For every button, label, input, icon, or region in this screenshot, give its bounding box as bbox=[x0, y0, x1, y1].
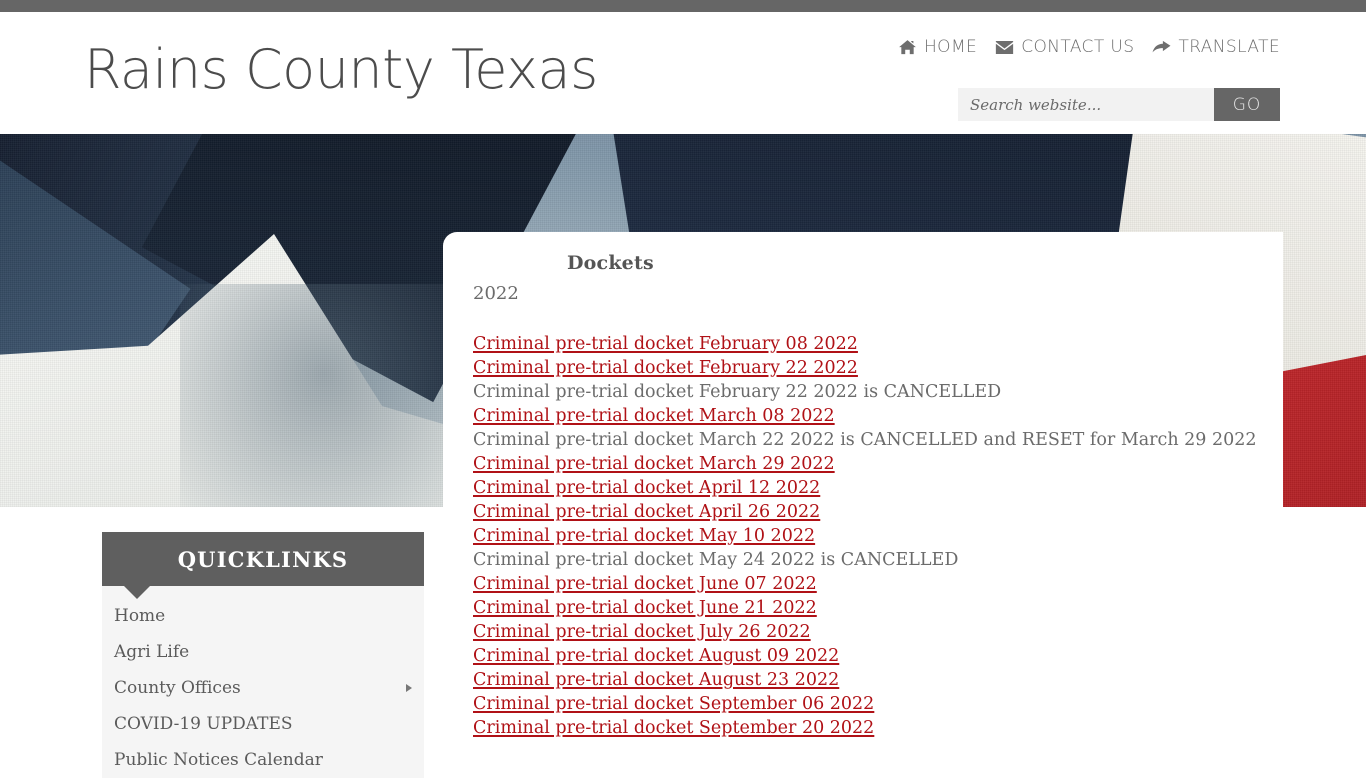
docket-entry-row: Criminal pre-trial docket June 07 2022 bbox=[473, 572, 1283, 596]
dockets-content-card: Dockets 2022 Criminal pre-trial docket F… bbox=[443, 232, 1283, 768]
docket-entry-row: Criminal pre-trial docket February 22 20… bbox=[473, 380, 1283, 404]
nav-item-home[interactable]: HOME bbox=[898, 37, 977, 57]
docket-link[interactable]: Criminal pre-trial docket May 10 2022 bbox=[473, 524, 815, 548]
docket-link[interactable]: Criminal pre-trial docket March 29 2022 bbox=[473, 452, 835, 476]
docket-entry-row: Criminal pre-trial docket April 12 2022 bbox=[473, 476, 1283, 500]
docket-link[interactable]: Criminal pre-trial docket July 26 2022 bbox=[473, 620, 811, 644]
sidebar-item-label: County Offices bbox=[114, 678, 241, 698]
docket-entry-row: Criminal pre-trial docket May 24 2022 is… bbox=[473, 548, 1283, 572]
sidebar-item-home[interactable]: Home bbox=[102, 598, 424, 634]
docket-link[interactable]: Criminal pre-trial docket February 08 20… bbox=[473, 332, 858, 356]
docket-entry-row: Criminal pre-trial docket September 20 2… bbox=[473, 716, 1283, 740]
quicklinks-title: QUICKLINKS bbox=[177, 546, 349, 572]
sidebar-item-label: Home bbox=[114, 606, 166, 626]
sidebar-item-covid-19-updates[interactable]: COVID-19 UPDATES bbox=[102, 706, 424, 742]
page-title: Dockets bbox=[567, 252, 654, 274]
quicklinks-sidebar: QUICKLINKS Home Agri Life County Offices… bbox=[102, 532, 424, 778]
docket-entry-row: Criminal pre-trial docket June 21 2022 bbox=[473, 596, 1283, 620]
docket-link[interactable]: Criminal pre-trial docket August 09 2022 bbox=[473, 644, 839, 668]
docket-entry-list: Criminal pre-trial docket February 08 20… bbox=[443, 304, 1283, 740]
nav-item-contact-us[interactable]: CONTACT US bbox=[995, 37, 1134, 57]
nav-item-contact-us-label: CONTACT US bbox=[1021, 37, 1135, 57]
docket-notice-text: Criminal pre-trial docket May 24 2022 is… bbox=[473, 550, 959, 570]
docket-entry-row: Criminal pre-trial docket July 26 2022 bbox=[473, 620, 1283, 644]
docket-link[interactable]: Criminal pre-trial docket September 06 2… bbox=[473, 692, 874, 716]
docket-notice-text: Criminal pre-trial docket March 22 2022 … bbox=[473, 430, 1257, 450]
sidebar-item-label: Agri Life bbox=[114, 642, 190, 662]
docket-link[interactable]: Criminal pre-trial docket June 07 2022 bbox=[473, 572, 817, 596]
docket-entry-row: Criminal pre-trial docket May 10 2022 bbox=[473, 524, 1283, 548]
sidebar-item-public-notices-calendar[interactable]: Public Notices Calendar bbox=[102, 742, 424, 778]
chevron-right-icon bbox=[406, 684, 412, 692]
docket-entry-row: Criminal pre-trial docket March 22 2022 … bbox=[473, 428, 1283, 452]
docket-entry-row: Criminal pre-trial docket February 08 20… bbox=[473, 332, 1283, 356]
docket-link[interactable]: Criminal pre-trial docket June 21 2022 bbox=[473, 596, 817, 620]
docket-link[interactable]: Criminal pre-trial docket April 26 2022 bbox=[473, 500, 820, 524]
docket-link[interactable]: Criminal pre-trial docket September 20 2… bbox=[473, 716, 874, 740]
docket-link[interactable]: Criminal pre-trial docket March 08 2022 bbox=[473, 404, 835, 428]
nav-item-translate[interactable]: TRANSLATE bbox=[1152, 37, 1280, 57]
home-icon bbox=[898, 38, 917, 57]
sidebar-item-label: Public Notices Calendar bbox=[114, 750, 323, 770]
site-header: Rains County Texas HOME CONTACT US TRANS… bbox=[0, 12, 1366, 134]
docket-entry-row: Criminal pre-trial docket August 23 2022 bbox=[473, 668, 1283, 692]
docket-link[interactable]: Criminal pre-trial docket August 23 2022 bbox=[473, 668, 839, 692]
sidebar-item-agri-life[interactable]: Agri Life bbox=[102, 634, 424, 670]
quicklinks-list: Home Agri Life County Offices COVID-19 U… bbox=[102, 586, 424, 778]
docket-notice-text: Criminal pre-trial docket February 22 20… bbox=[473, 382, 1002, 402]
sidebar-item-county-offices[interactable]: County Offices bbox=[102, 670, 424, 706]
envelope-icon bbox=[995, 38, 1014, 57]
utility-nav: HOME CONTACT US TRANSLATE bbox=[898, 34, 1280, 60]
search-go-button[interactable]: GO bbox=[1214, 88, 1280, 121]
site-search: GO bbox=[958, 88, 1280, 121]
docket-entry-row: Criminal pre-trial docket September 06 2… bbox=[473, 692, 1283, 716]
sidebar-item-label: COVID-19 UPDATES bbox=[114, 714, 293, 734]
docket-entry-row: Criminal pre-trial docket March 08 2022 bbox=[473, 404, 1283, 428]
docket-link[interactable]: Criminal pre-trial docket April 12 2022 bbox=[473, 476, 820, 500]
site-title: Rains County Texas bbox=[84, 38, 598, 101]
search-input[interactable] bbox=[958, 88, 1214, 121]
top-accent-strip bbox=[0, 0, 1366, 12]
nav-item-translate-label: TRANSLATE bbox=[1178, 37, 1280, 57]
quicklinks-header: QUICKLINKS bbox=[102, 532, 424, 599]
docket-entry-row: Criminal pre-trial docket April 26 2022 bbox=[473, 500, 1283, 524]
docket-entry-row: Criminal pre-trial docket March 29 2022 bbox=[473, 452, 1283, 476]
forward-arrow-icon bbox=[1152, 38, 1171, 57]
docket-link[interactable]: Criminal pre-trial docket February 22 20… bbox=[473, 356, 858, 380]
year-label: 2022 bbox=[473, 283, 519, 304]
docket-entry-row: Criminal pre-trial docket August 09 2022 bbox=[473, 644, 1283, 668]
docket-entry-row: Criminal pre-trial docket February 22 20… bbox=[473, 356, 1283, 380]
nav-item-home-label: HOME bbox=[924, 37, 978, 57]
